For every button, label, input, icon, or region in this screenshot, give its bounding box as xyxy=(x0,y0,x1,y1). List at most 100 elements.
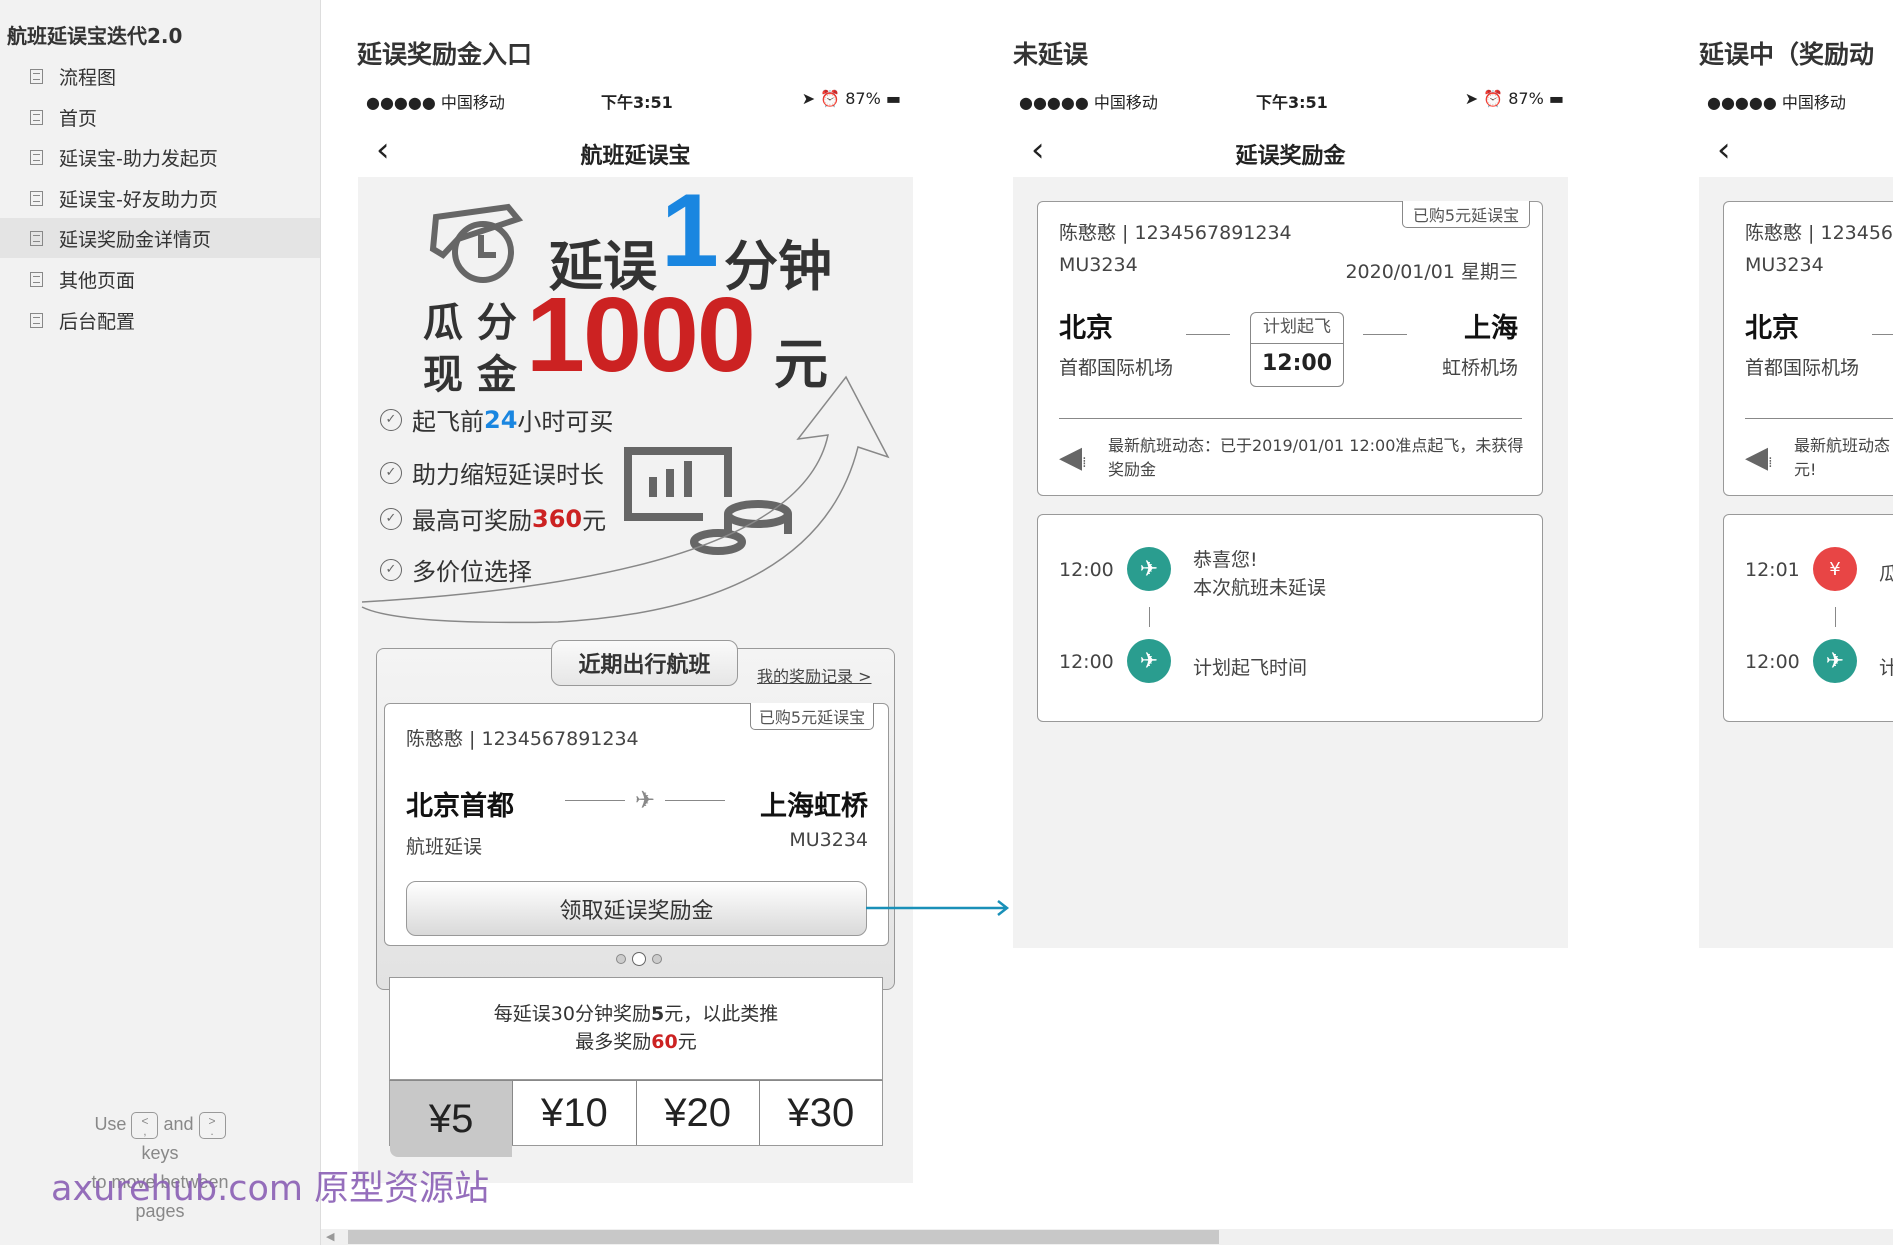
scrollbar-thumb[interactable] xyxy=(348,1230,1219,1244)
timeline-text: 本次航班未延误 xyxy=(1193,577,1327,599)
help-text: and xyxy=(163,1114,194,1134)
feature-item: ✓ 多价位选择 xyxy=(380,552,532,587)
sidebar-item-label: 流程图 xyxy=(59,66,117,89)
section-title: 延误奖励金入口 xyxy=(357,40,533,69)
flight-news-line: 最新航班动态 xyxy=(1794,436,1891,455)
feature-text: 助力缩短延误时长 xyxy=(412,461,604,489)
dot[interactable] xyxy=(652,954,662,964)
timeline-connector xyxy=(1149,607,1150,627)
sidebar-item-home[interactable]: 首页 xyxy=(0,97,320,137)
help-text: Use xyxy=(94,1114,127,1134)
feature-item: ✓ 最高可奖励 360 元 xyxy=(380,501,606,536)
carrier: ●●●●● 中国移动 xyxy=(366,93,505,112)
banner-yuan: 元 xyxy=(774,333,828,396)
phone-entry: ●●●●● 中国移动 下午3:51 ➤ ⏰ 87% ▬ ‹ 航班延误宝 延误 1… xyxy=(358,88,913,1183)
prev-key-icon: <, xyxy=(131,1111,159,1139)
sidebar-item-other[interactable]: 其他页面 xyxy=(0,259,320,299)
page-icon xyxy=(30,190,43,206)
feature-text: 最高可奖励 xyxy=(412,507,532,535)
sidebar-item-reward-detail[interactable]: 延误奖励金详情页 xyxy=(0,218,320,258)
dot-active[interactable] xyxy=(632,952,646,966)
dot[interactable] xyxy=(616,954,626,964)
arrival-city: 上海 xyxy=(1464,313,1518,344)
flight-detail-card: 已购5元延误宝 陈憨憨 | 1234567891234 MU3234 2020/… xyxy=(1037,201,1543,496)
reward-rule: 每延误30分钟奖励5元，以此类推 最多奖励60元 xyxy=(389,977,883,1080)
battery-percent: 87% xyxy=(1508,89,1544,108)
departure-city: 北京首都 xyxy=(406,791,514,822)
purchased-badge: 已购5元延误宝 xyxy=(1402,201,1530,228)
phone-not-delayed: ●●●●● 中国移动 下午3:51 ➤ ⏰ 87% ▬ ‹ 延误奖励金 已购5元… xyxy=(1013,88,1568,948)
flight-news-line: 元! xyxy=(1794,460,1817,479)
flight-status: 航班延误 xyxy=(406,836,483,858)
flight-number: MU3234 xyxy=(789,829,868,851)
sidebar-item-assist-start[interactable]: 延误宝-助力发起页 xyxy=(0,137,320,177)
phone-delayed: 延误中（奖励动 ●●●●● 中国移动 ‹ 陈憨憨 | 123456 MU3234… xyxy=(1699,0,1893,960)
next-key-icon: >. xyxy=(198,1111,226,1139)
speaker-icon: ◀︎⁞ xyxy=(1745,440,1773,475)
planned-label: 计划起飞 xyxy=(1251,313,1343,344)
planned-time: 12:00 xyxy=(1261,351,1333,376)
page-icon xyxy=(30,271,43,287)
plane-icon: ✈ xyxy=(1127,639,1171,683)
timeline-time: 12:00 xyxy=(1059,559,1114,581)
timeline-time: 12:01 xyxy=(1745,559,1800,581)
flight-date: 2020/01/01 星期三 xyxy=(1345,261,1518,283)
sidebar-item-label: 延误宝-助力发起页 xyxy=(59,147,218,170)
arrival-city: 上海虹桥 xyxy=(760,791,868,822)
battery: ➤ ⏰ 87% ▬ xyxy=(1464,89,1564,108)
price-option-20[interactable]: ¥20 xyxy=(635,1081,759,1145)
price-option-10[interactable]: ¥10 xyxy=(512,1081,635,1145)
sidebar-item-label: 延误奖励金详情页 xyxy=(59,228,212,251)
page-icon xyxy=(30,109,43,125)
route-line xyxy=(1186,334,1230,335)
sidebar-item-label: 首页 xyxy=(59,107,98,130)
feature-text: 多价位选择 xyxy=(412,558,532,586)
plane-clock-icon xyxy=(429,203,524,283)
my-rewards-link[interactable]: 我的奖励记录 > xyxy=(757,663,872,687)
sidebar-item-label: 延误宝-好友助力页 xyxy=(59,188,218,211)
feature-item: ✓ 助力缩短延误时长 xyxy=(380,455,604,490)
passenger-info: 陈憨憨 | 1234567891234 xyxy=(1059,222,1292,244)
claim-reward-button[interactable]: 领取延误奖励金 xyxy=(406,881,867,936)
battery-percent: 87% xyxy=(845,89,881,108)
speaker-icon: ◀︎⁞ xyxy=(1059,440,1087,475)
feature-text: 小时可买 xyxy=(517,408,614,436)
banner-split: 瓜 分 xyxy=(423,300,517,346)
chart-coins-icon xyxy=(624,447,792,555)
timeline-connector xyxy=(1835,607,1836,627)
price-option-5[interactable]: ¥5 xyxy=(390,1081,513,1157)
timeline-card: 12:01 ¥ 瓜 12:00 ✈ 计 xyxy=(1723,514,1893,722)
battery: ➤ ⏰ 87% ▬ xyxy=(801,89,901,108)
carrier: ●●●●● 中国移动 xyxy=(1019,93,1158,112)
content-area: 陈憨憨 | 123456 MU3234 北京 首都国际机场 ◀︎⁞ 最新航班动态… xyxy=(1699,177,1893,948)
back-button[interactable]: ‹ xyxy=(1717,133,1731,167)
feature-highlight: 24 xyxy=(484,405,518,434)
flight-detail-card: 陈憨憨 | 123456 MU3234 北京 首都国际机场 ◀︎⁞ 最新航班动态… xyxy=(1723,201,1893,496)
plane-icon: ✈ xyxy=(1813,639,1857,683)
check-icon: ✓ xyxy=(380,558,402,581)
sidebar-item-friend-assist[interactable]: 延误宝-好友助力页 xyxy=(0,178,320,218)
carousel-dots[interactable] xyxy=(616,952,662,966)
section-title: 未延误 xyxy=(1013,40,1089,69)
purchased-badge: 已购5元延误宝 xyxy=(750,703,874,730)
route-line xyxy=(1363,334,1407,335)
tab-recent-flights[interactable]: 近期出行航班 xyxy=(551,640,738,686)
passenger-info: 陈憨憨 | 1234567891234 xyxy=(406,728,639,750)
content-area: 已购5元延误宝 陈憨憨 | 1234567891234 MU3234 2020/… xyxy=(1013,177,1568,948)
route-line: ✈ xyxy=(565,786,726,814)
sidebar-item-admin[interactable]: 后台配置 xyxy=(0,300,320,340)
rule-text: 最多奖励 xyxy=(575,1031,652,1053)
red-envelope-icon: ¥ xyxy=(1813,547,1857,591)
departure-airport: 首都国际机场 xyxy=(1059,357,1174,379)
flight-number: MU3234 xyxy=(1745,254,1824,276)
plane-icon: ✈ xyxy=(634,786,656,814)
scroll-left-icon[interactable]: ◀ xyxy=(326,1230,334,1243)
route-line xyxy=(1872,334,1893,335)
price-option-30[interactable]: ¥30 xyxy=(758,1081,882,1145)
divider xyxy=(1745,418,1893,419)
sidebar-item-flowchart[interactable]: 流程图 xyxy=(0,56,320,96)
departure-airport: 首都国际机场 xyxy=(1745,357,1860,379)
rule-bold: 5 xyxy=(650,1003,665,1025)
flow-arrow xyxy=(866,900,1010,916)
flight-news: 最新航班动态：已于2019/01/01 12:00准点起飞，未获得奖励金 xyxy=(1108,436,1524,479)
